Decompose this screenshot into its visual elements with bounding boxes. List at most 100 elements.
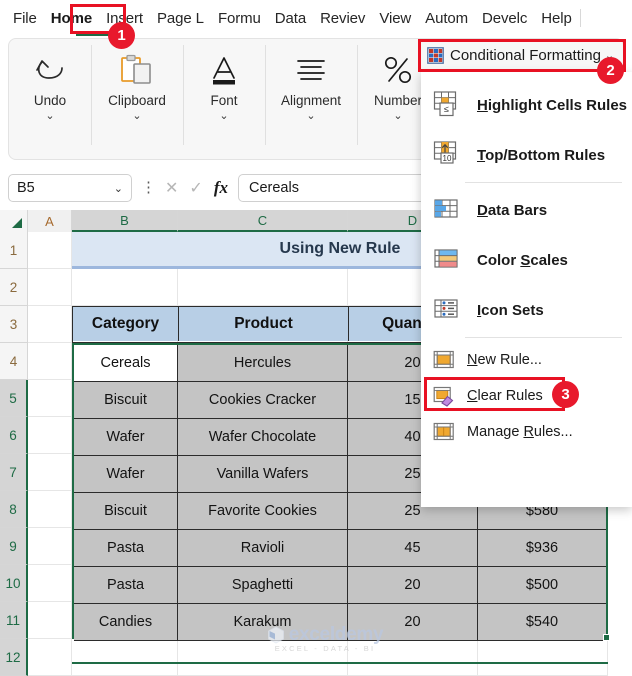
cell-b11[interactable]: Pasta [74,567,178,604]
cell-a4[interactable] [28,343,72,380]
name-box[interactable]: B5 ⌄ [8,174,132,202]
cell-a10[interactable] [28,565,72,602]
cell-a2[interactable] [28,269,72,306]
cell-b9[interactable]: Biscuit [74,493,178,530]
cell-c10[interactable]: Ravioli [178,530,348,567]
cell-b12-bg[interactable] [72,639,178,676]
menu-item-clear-rules[interactable]: Clear Rules [421,378,632,414]
menu-item-label: Manage Rules... [467,424,573,440]
cell-e12-bg[interactable] [478,639,608,676]
close-icon[interactable]: ✕ [165,178,178,198]
row-header-4[interactable]: 4 [0,343,28,380]
tab-help[interactable]: Help [534,6,578,31]
tab-formulas[interactable]: Formu [211,6,268,31]
cell-c12-bg[interactable] [178,639,348,676]
cell-a12[interactable] [28,639,72,676]
ribbon-group-label: Clipboard [108,93,166,108]
cell-b2[interactable] [72,269,178,306]
tab-file[interactable]: File [6,6,44,31]
tab-developer[interactable]: Develc [475,6,534,31]
menu-item-manage-rules[interactable]: Manage Rules... [421,414,632,450]
cell-a3[interactable] [28,306,72,343]
row-header-9[interactable]: 9 [0,528,28,565]
menu-item-top-bottom-rules[interactable]: 10 Top/Bottom Rules [421,130,632,180]
cell-e10[interactable]: $936 [478,530,606,567]
cell-e12[interactable]: $540 [478,604,606,641]
chevron-down-icon[interactable]: ⌄ [393,111,402,122]
cell-a8[interactable] [28,491,72,528]
selection-fill-handle[interactable] [603,634,610,641]
cell-d12-bg[interactable] [348,639,478,676]
row-header-8[interactable]: 8 [0,491,28,528]
column-header-c[interactable]: C [178,210,348,232]
chevron-down-icon[interactable]: ⌄ [219,111,228,122]
menu-item-data-bars[interactable]: Data Bars [421,185,632,235]
fx-icon[interactable]: fx [214,178,228,198]
ribbon-group-font[interactable]: Font ⌄ [183,43,265,147]
row-header-11[interactable]: 11 [0,602,28,639]
row-header-7[interactable]: 7 [0,454,28,491]
tab-review[interactable]: Reviev [313,6,372,31]
menu-item-icon-sets[interactable]: Icon Sets [421,285,632,335]
check-icon[interactable]: ✓ [189,178,202,198]
row-header-2[interactable]: 2 [0,269,28,306]
cell-b7[interactable]: Wafer [74,419,178,456]
cell-b12[interactable]: Candies [74,604,178,641]
tab-page-layout[interactable]: Page L [150,6,211,31]
cell-c8[interactable]: Vanilla Wafers [178,456,348,493]
cell-a11[interactable] [28,602,72,639]
row-header-3[interactable]: 3 [0,306,28,343]
cell-a6[interactable] [28,417,72,454]
cell-a9[interactable] [28,528,72,565]
cell-c9[interactable]: Favorite Cookies [178,493,348,530]
cell-b6[interactable]: Biscuit [74,382,178,419]
cell-d11[interactable]: 20 [348,567,478,604]
ribbon-group-clipboard[interactable]: Clipboard ⌄ [91,43,183,147]
cell-e11[interactable]: $500 [478,567,606,604]
cell-b5[interactable]: Cereals [74,345,178,382]
row-header-12[interactable]: 12 [0,639,28,676]
data-bars-icon [433,195,463,225]
column-header-b[interactable]: B [72,210,178,232]
formula-bar-more-icon[interactable]: ⋮ [141,181,156,195]
tab-data[interactable]: Data [268,6,313,31]
cell-a5[interactable] [28,380,72,417]
menu-item-highlight-cells-rules[interactable]: ≤ Highlight Cells Rules [421,80,632,130]
cell-c12[interactable]: Karakum [178,604,348,641]
row-header-10[interactable]: 10 [0,565,28,602]
cell-c5[interactable]: Hercules [178,345,348,382]
table-header-category[interactable]: Category [73,307,179,341]
cell-a7[interactable] [28,454,72,491]
menu-item-new-rule[interactable]: New Rule... [421,342,632,378]
cell-d12[interactable]: 20 [348,604,478,641]
chevron-down-icon[interactable]: ⌄ [45,111,54,122]
chevron-down-icon[interactable]: ⌄ [114,182,123,195]
row-header-1[interactable]: 1 [0,232,28,269]
cell-c11[interactable]: Spaghetti [178,567,348,604]
cell-c7[interactable]: Wafer Chocolate [178,419,348,456]
chevron-down-icon[interactable]: ⌄ [132,111,141,122]
conditional-formatting-button[interactable]: Conditional Formatting ⌄ [421,42,621,69]
menu-item-color-scales[interactable]: Color Scales [421,235,632,285]
ribbon-group-undo[interactable]: Undo ⌄ [9,43,91,147]
chevron-down-icon[interactable]: ⌄ [306,111,315,122]
select-all-corner[interactable] [0,210,28,232]
cell-c2[interactable] [178,269,348,306]
row-header-5[interactable]: 5 [0,380,28,417]
row-header-6[interactable]: 6 [0,417,28,454]
ribbon-group-alignment[interactable]: Alignment ⌄ [265,43,357,147]
tab-automate[interactable]: Autom [418,6,475,31]
step-badge-2: 2 [597,57,624,84]
cell-b10[interactable]: Pasta [74,530,178,567]
cell-b8[interactable]: Wafer [74,456,178,493]
column-header-a[interactable]: A [28,210,72,232]
cell-a1[interactable] [28,232,72,269]
tab-view[interactable]: View [372,6,418,31]
ribbon-group-label: Undo [33,93,67,108]
cell-c6[interactable]: Cookies Cracker [178,382,348,419]
formula-value: Cereals [248,180,299,196]
table-header-product[interactable]: Product [179,307,349,341]
clear-rules-icon [433,385,455,407]
cell-d10[interactable]: 45 [348,530,478,567]
tab-home[interactable]: Home [44,6,99,31]
